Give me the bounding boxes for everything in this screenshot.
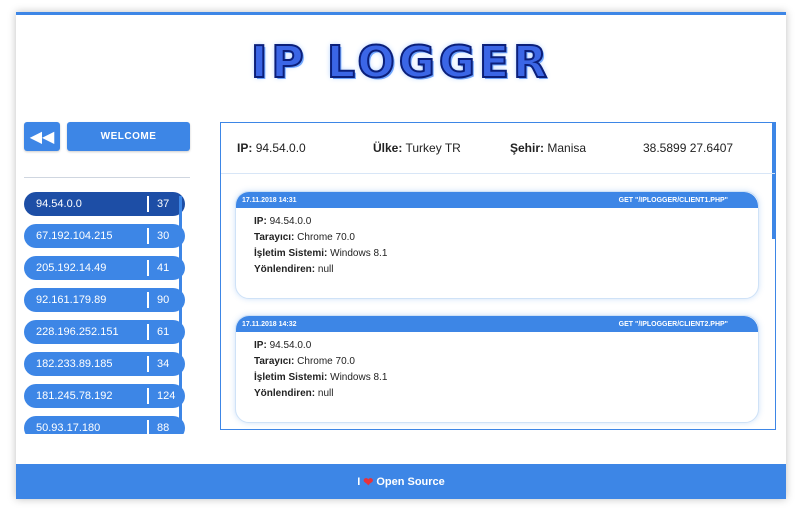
ip-address: 67.192.104.215 (36, 230, 113, 242)
ip-list-item[interactable]: 181.245.78.192 124 (24, 384, 185, 408)
ip-address: 92.161.179.89 (36, 294, 107, 306)
ip-list: 94.54.0.0 37 67.192.104.215 30 205.192.1… (24, 192, 190, 434)
city-value: Manisa (547, 141, 587, 155)
ip-address: 50.93.17.180 (36, 422, 101, 434)
log-ip: 94.54.0.0 (269, 340, 312, 351)
log-header: 17.11.2018 14:31 GET "/IPLOGGER/CLIENT1.… (236, 192, 758, 208)
ip-value: 94.54.0.0 (255, 141, 306, 155)
ip-address: 182.233.89.185 (36, 358, 113, 370)
log-browser: Chrome 70.0 (297, 356, 355, 367)
ip-list-item[interactable]: 228.196.252.151 61 (24, 320, 185, 344)
ip-info: IP: 94.54.0.0 (237, 141, 306, 155)
ip-address: 181.245.78.192 (36, 390, 113, 402)
details-panel: IP: 94.54.0.0 Ülke: Turkey TR Şehir: Man… (220, 122, 776, 430)
welcome-button[interactable]: WELCOME (67, 122, 190, 151)
log-body: IP: 94.54.0.0 Tarayıcı: Chrome 70.0 İşle… (236, 332, 758, 408)
heart-icon: ❤ (363, 474, 374, 489)
log-os-label: İşletim Sistemi: (254, 372, 328, 383)
log-os: Windows 8.1 (330, 248, 388, 259)
city-label: Şehir: (510, 141, 545, 155)
country-info: Ülke: Turkey TR (373, 141, 461, 155)
back-button[interactable]: ◀◀ (24, 122, 60, 151)
separator (147, 324, 149, 340)
footer-text: Open Source (376, 475, 445, 488)
separator (147, 388, 149, 404)
footer-prefix: I (357, 475, 361, 488)
log-browser-label: Tarayıcı: (254, 232, 295, 243)
log-entry: 17.11.2018 14:31 GET "/IPLOGGER/CLIENT1.… (235, 191, 759, 299)
ip-list-scrollbar[interactable] (179, 196, 182, 434)
app-window: IP LOGGER ◀◀ WELCOME 94.54.0.0 37 67.192… (16, 12, 786, 499)
log-request: GET "/IPLOGGER/CLIENT1.PHP" (618, 196, 728, 204)
log-referrer-label: Yönlendiren: (254, 388, 316, 399)
log-ip-label: IP: (254, 216, 267, 227)
ip-address: 228.196.252.151 (36, 326, 119, 338)
log-ip-label: IP: (254, 340, 267, 351)
country-value: Turkey TR (405, 141, 461, 155)
log-referrer: null (317, 388, 334, 399)
log-request: GET "/IPLOGGER/CLIENT2.PHP" (618, 320, 728, 328)
log-referrer: null (317, 264, 334, 275)
ip-address: 205.192.14.49 (36, 262, 107, 274)
separator (147, 260, 149, 276)
ip-list-item[interactable]: 182.233.89.185 34 (24, 352, 185, 376)
log-browser-label: Tarayıcı: (254, 356, 295, 367)
log-datetime: 17.11.2018 14:32 (242, 320, 297, 328)
log-os: Windows 8.1 (330, 372, 388, 383)
sidebar-divider (24, 177, 190, 178)
city-info: Şehir: Manisa (510, 141, 586, 155)
ip-list-item[interactable]: 50.93.17.180 88 (24, 416, 185, 434)
log-datetime: 17.11.2018 14:31 (242, 196, 297, 204)
ip-label: IP: (237, 141, 253, 155)
log-body: IP: 94.54.0.0 Tarayıcı: Chrome 70.0 İşle… (236, 208, 758, 284)
ip-list-item[interactable]: 94.54.0.0 37 (24, 192, 185, 216)
ip-info-row: IP: 94.54.0.0 Ülke: Turkey TR Şehir: Man… (221, 123, 775, 174)
log-referrer-label: Yönlendiren: (254, 264, 316, 275)
country-label: Ülke: (373, 141, 403, 155)
separator (147, 196, 149, 212)
log-browser: Chrome 70.0 (297, 232, 355, 243)
log-os-label: İşletim Sistemi: (254, 248, 328, 259)
separator (147, 356, 149, 372)
ip-address: 94.54.0.0 (36, 198, 82, 210)
ip-list-item[interactable]: 67.192.104.215 30 (24, 224, 185, 248)
separator (147, 228, 149, 244)
log-header: 17.11.2018 14:32 GET "/IPLOGGER/CLIENT2.… (236, 316, 758, 332)
log-entry: 17.11.2018 14:32 GET "/IPLOGGER/CLIENT2.… (235, 315, 759, 423)
separator (147, 420, 149, 434)
separator (147, 292, 149, 308)
log-ip: 94.54.0.0 (269, 216, 312, 227)
ip-logger-logo: IP LOGGER (250, 36, 551, 89)
ip-list-item[interactable]: 92.161.179.89 90 (24, 288, 185, 312)
double-left-arrow-icon: ◀◀ (29, 128, 55, 146)
footer: I ❤ Open Source (16, 464, 786, 499)
ip-list-item[interactable]: 205.192.14.49 41 (24, 256, 185, 280)
coordinates: 38.5899 27.6407 (643, 141, 734, 155)
